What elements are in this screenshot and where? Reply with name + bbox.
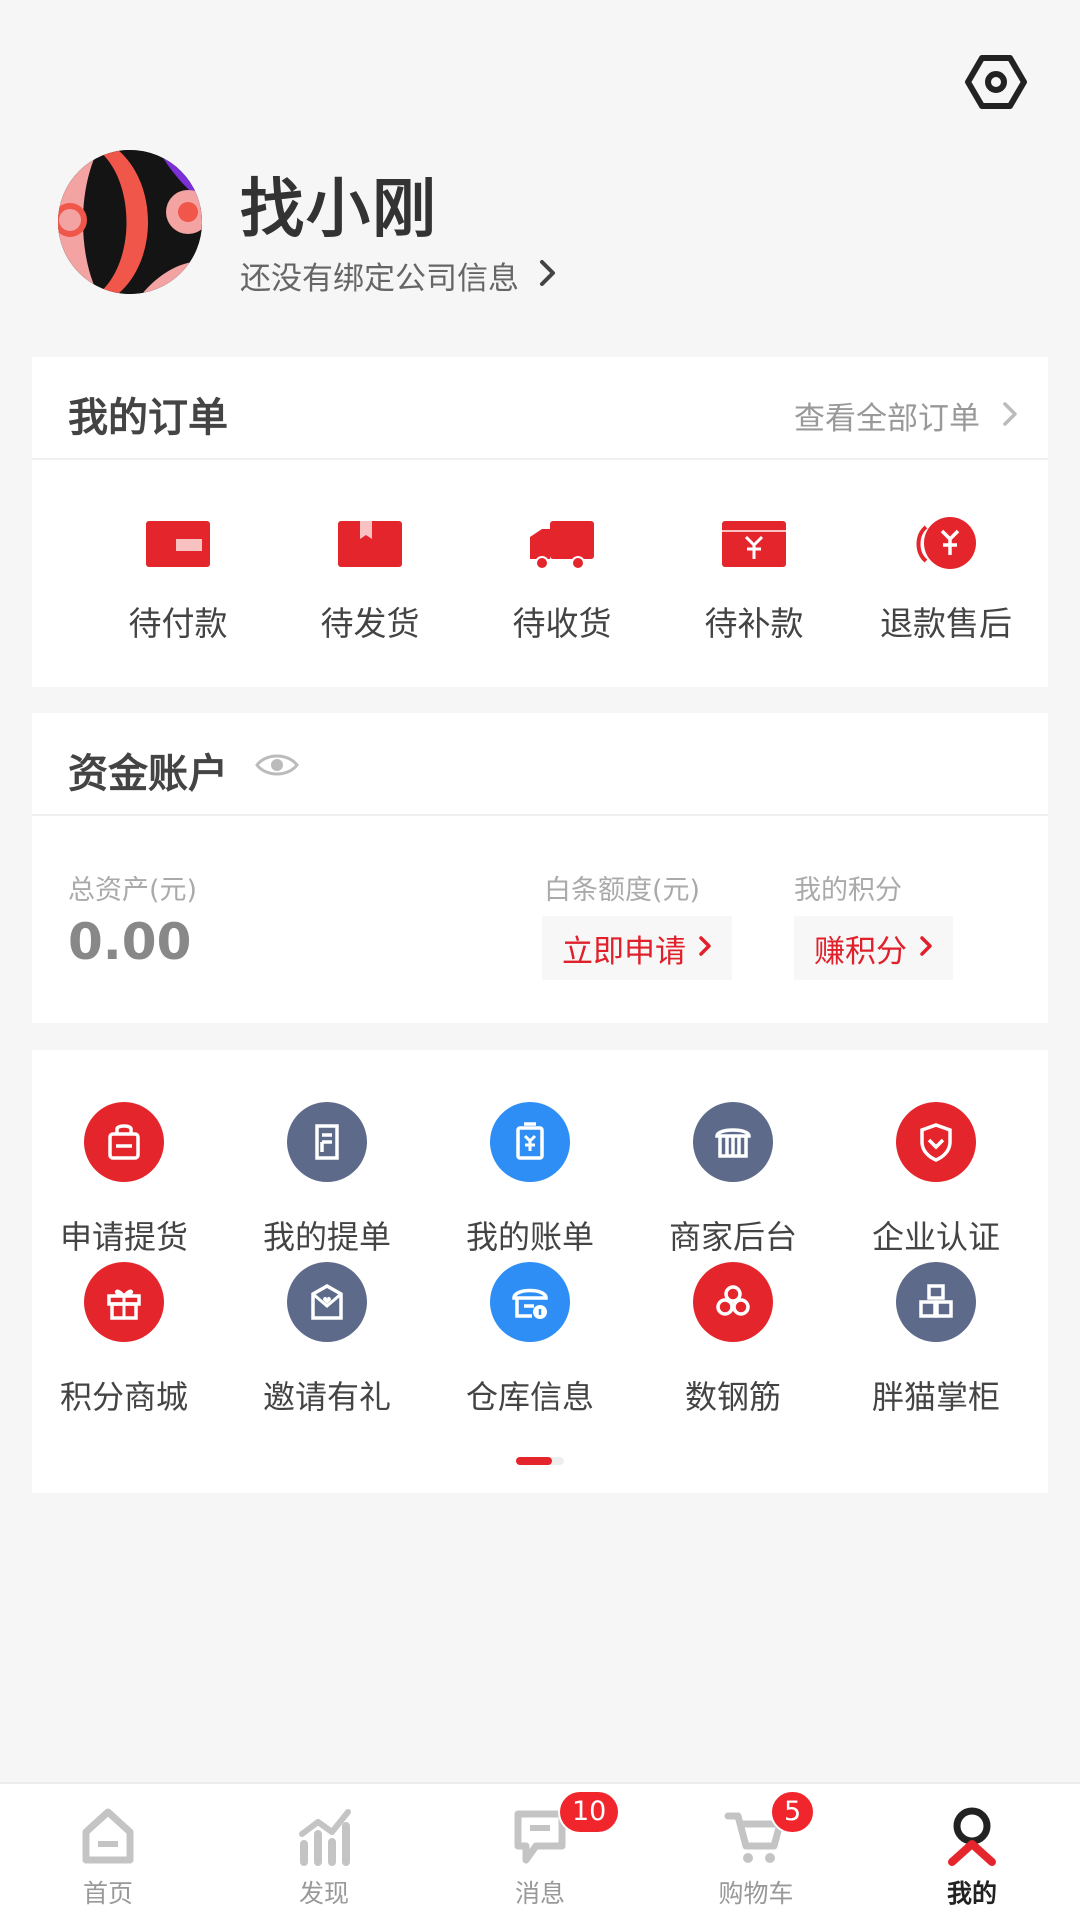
- settings-icon[interactable]: [964, 50, 1028, 114]
- user-name[interactable]: 找小刚: [240, 158, 438, 250]
- tool-label: 胖猫掌柜: [871, 1378, 1000, 1416]
- tab-label: 消息: [514, 1879, 565, 1908]
- tool-label: 我的提单: [262, 1218, 391, 1256]
- shield-check-icon: [896, 1102, 976, 1182]
- order-item-label: 待付款: [128, 604, 228, 643]
- view-all-orders-link[interactable]: 查看全部订单: [794, 393, 1018, 438]
- tool-apply-pickup[interactable]: 申请提货: [34, 1102, 214, 1256]
- pager-indicator: [516, 1457, 552, 1465]
- store-icon: [693, 1102, 773, 1182]
- bill-icon: [490, 1102, 570, 1182]
- tool-points-mall[interactable]: 积分商城: [34, 1262, 214, 1416]
- chevron-right-icon: [919, 935, 933, 961]
- tool-my-bills[interactable]: 我的账单: [440, 1102, 620, 1256]
- tab-messages[interactable]: 消息 10: [432, 1784, 648, 1920]
- order-item-label: 待发货: [320, 604, 420, 643]
- funds-card: 资金账户 总资产(元) 0.00 白条额度(元) 立即申请 我的积分 赚积分: [32, 713, 1048, 1023]
- profile-page: 找小刚 还没有绑定公司信息 我的订单 查看全部订单 待付款 待发货 待收货 待补…: [0, 0, 1080, 1920]
- tab-profile[interactable]: 我的: [864, 1784, 1080, 1920]
- order-pending-payment[interactable]: 待付款: [88, 507, 268, 657]
- earn-points-button[interactable]: 赚积分: [794, 916, 953, 980]
- tools-card: 申请提货 我的提单 我的账单 商家后台 企业认证 积分商城 邀请有礼 仓库信息 …: [32, 1050, 1048, 1493]
- tool-label: 仓库信息: [465, 1378, 594, 1416]
- apply-credit-button[interactable]: 立即申请: [542, 916, 732, 980]
- orders-card: 我的订单 查看全部订单 待付款 待发货 待收货 待补款 退款售后: [32, 357, 1048, 687]
- company-hint: 还没有绑定公司信息: [240, 260, 519, 297]
- funds-header: 资金账户: [32, 713, 1048, 816]
- gift-icon: [84, 1262, 164, 1342]
- message-badge: 10: [558, 1790, 621, 1834]
- tab-home[interactable]: 首页: [0, 1784, 216, 1920]
- rebar-icon: [693, 1262, 773, 1342]
- my-points-label: 我的积分: [794, 875, 902, 906]
- cart-badge: 5: [770, 1790, 816, 1834]
- tab-label: 首页: [82, 1879, 133, 1908]
- tool-panmao-manager[interactable]: 胖猫掌柜: [846, 1262, 1026, 1416]
- tab-discover[interactable]: 发现: [216, 1784, 432, 1920]
- earn-points-text: 赚积分: [814, 933, 907, 970]
- order-pending-shipment[interactable]: 待发货: [280, 507, 460, 657]
- wallet-icon: [138, 507, 218, 579]
- tool-invite-gift[interactable]: 邀请有礼: [237, 1262, 417, 1416]
- order-pending-supplement[interactable]: 待补款: [664, 507, 844, 657]
- pickup-bag-icon: [84, 1102, 164, 1182]
- tool-label: 数钢筋: [684, 1378, 781, 1416]
- tool-count-rebar[interactable]: 数钢筋: [643, 1262, 823, 1416]
- boxes-icon: [896, 1262, 976, 1342]
- order-item-label: 待收货: [512, 604, 612, 643]
- chevron-right-icon: [698, 935, 712, 961]
- tool-warehouse-info[interactable]: 仓库信息: [440, 1262, 620, 1416]
- tab-label: 发现: [298, 1879, 349, 1908]
- package-icon: [330, 507, 410, 579]
- bind-company-link[interactable]: 还没有绑定公司信息: [240, 255, 557, 297]
- credit-limit-label: 白条额度(元): [544, 875, 701, 906]
- tool-label: 商家后台: [668, 1218, 797, 1256]
- order-item-label: 待补款: [704, 604, 804, 643]
- apply-credit-text: 立即申请: [562, 933, 686, 970]
- invite-mail-icon: [287, 1262, 367, 1342]
- total-assets-value[interactable]: 0.00: [68, 913, 191, 971]
- discover-chart-icon: [292, 1804, 356, 1868]
- eye-icon[interactable]: [254, 751, 300, 779]
- yuan-box-icon: [714, 507, 794, 579]
- truck-icon: [522, 507, 602, 579]
- chevron-right-icon: [539, 259, 557, 291]
- tool-enterprise-verification[interactable]: 企业认证: [846, 1102, 1026, 1256]
- tool-merchant-backend[interactable]: 商家后台: [643, 1102, 823, 1256]
- profile-icon: [940, 1804, 1004, 1868]
- tool-label: 企业认证: [871, 1218, 1000, 1256]
- view-all-text: 查看全部订单: [794, 401, 980, 437]
- warehouse-icon: [490, 1262, 570, 1342]
- tool-label: 积分商城: [59, 1378, 188, 1416]
- tool-label: 邀请有礼: [262, 1378, 391, 1416]
- tab-cart[interactable]: 购物车 5: [648, 1784, 864, 1920]
- tab-label: 我的: [946, 1879, 997, 1908]
- tab-bar: 首页 发现 消息 10 购物车 5 我的: [0, 1782, 1080, 1920]
- home-icon: [76, 1804, 140, 1868]
- avatar[interactable]: [58, 150, 202, 294]
- order-refund-aftersale[interactable]: 退款售后: [856, 507, 1036, 657]
- refund-icon: [906, 507, 986, 579]
- tool-label: 我的账单: [465, 1218, 594, 1256]
- tool-label: 申请提货: [59, 1218, 188, 1256]
- order-item-label: 退款售后: [880, 604, 1012, 643]
- funds-title: 资金账户: [68, 751, 228, 797]
- orders-title: 我的订单: [68, 395, 228, 441]
- orders-header: 我的订单 查看全部订单: [32, 357, 1048, 460]
- total-assets-label: 总资产(元): [68, 875, 198, 906]
- tab-label: 购物车: [718, 1879, 794, 1908]
- tool-my-bills-of-lading[interactable]: 我的提单: [237, 1102, 417, 1256]
- document-icon: [287, 1102, 367, 1182]
- chevron-right-icon: [1002, 401, 1018, 431]
- order-pending-receipt[interactable]: 待收货: [472, 507, 652, 657]
